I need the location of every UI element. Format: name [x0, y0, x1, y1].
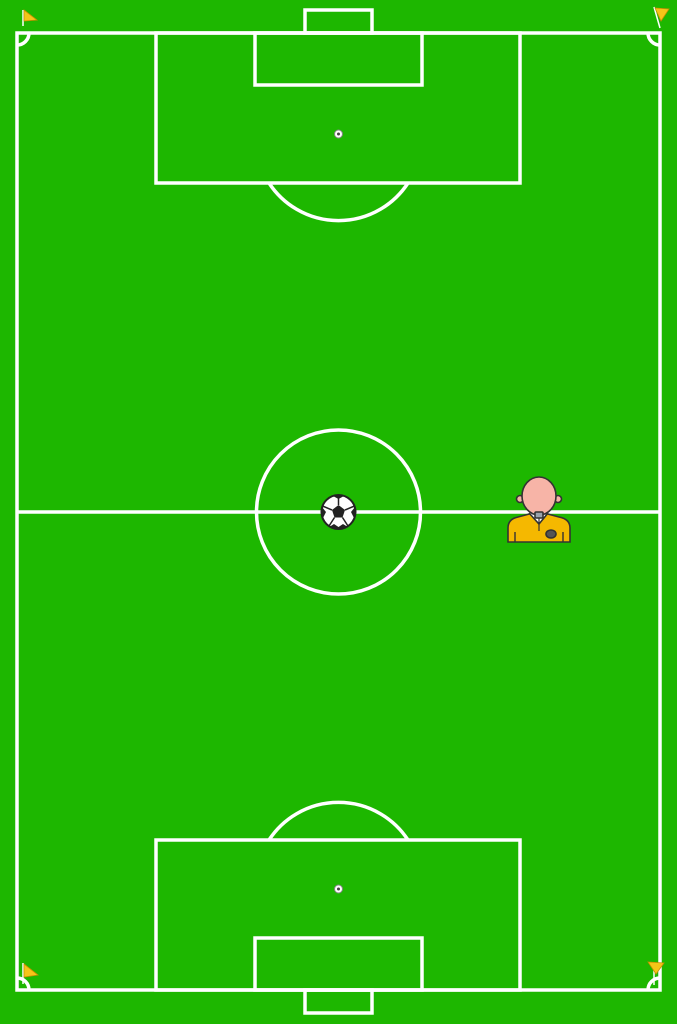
bottom-penalty-spot-center [337, 887, 340, 891]
top-penalty-spot-center [337, 132, 340, 136]
soccer-ball-icon[interactable] [320, 494, 357, 530]
soccer-pitch [0, 0, 677, 1024]
